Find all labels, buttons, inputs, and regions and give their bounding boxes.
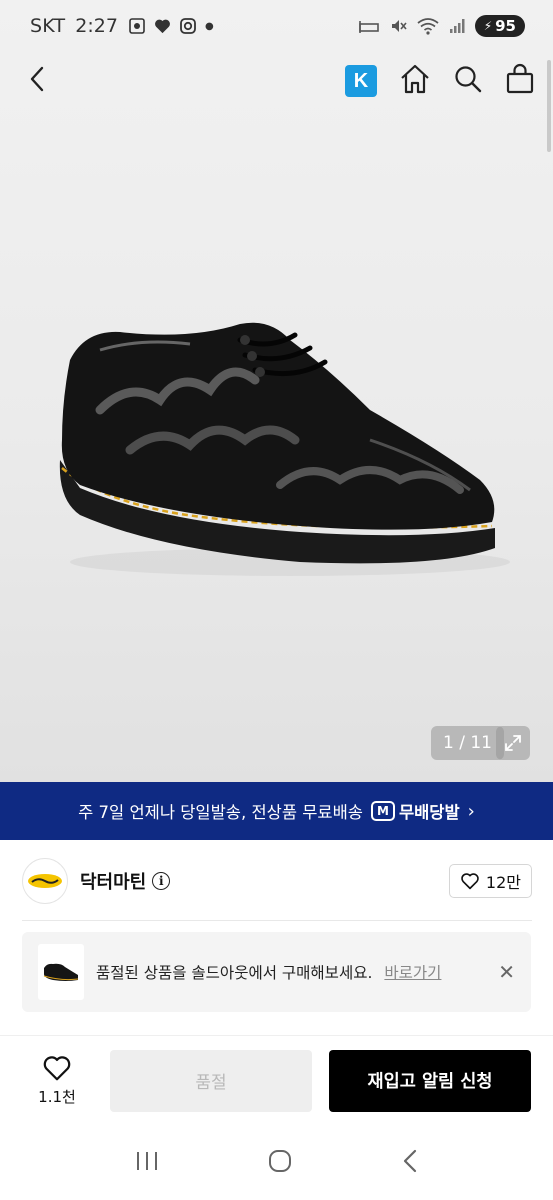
bottom-action-bar: 1.1천 품절 재입고 알림 신청: [0, 1035, 553, 1125]
mute-icon: [391, 20, 407, 32]
chevron-right-icon: ›: [467, 800, 475, 822]
system-nav-bar: [0, 1125, 553, 1200]
more-notifications-icon: ●: [204, 20, 214, 32]
heart-outline-icon: [43, 1056, 71, 1081]
search-button[interactable]: [453, 64, 483, 98]
soldout-notice[interactable]: 품절된 상품을 솔드아웃에서 구매해보세요. 바로가기 ✕: [22, 932, 531, 1012]
free-shipping-badge: M 무배당발: [370, 799, 460, 823]
soldout-shortcut-link[interactable]: 바로가기: [384, 961, 441, 983]
status-bar: SKT 2:27 ● ⚡ 95: [0, 0, 553, 52]
carrier-label: SKT: [30, 15, 66, 37]
product-image: [59, 322, 510, 576]
brand-logo[interactable]: [22, 858, 68, 904]
clock: 2:27: [75, 15, 118, 37]
recent-apps-icon: [136, 1151, 157, 1170]
back-chevron-icon: [403, 1149, 416, 1172]
shopping-bag-icon: [506, 63, 534, 94]
bolt-icon: ⚡: [483, 19, 493, 33]
free-shipping-badge-label: 무배당발: [398, 803, 460, 822]
search-icon: [455, 66, 482, 93]
shipping-banner[interactable]: 주 7일 언제나 당일발송, 전상품 무료배송 M 무배당발 ›: [0, 782, 553, 840]
battery-level: 95: [495, 17, 516, 35]
product-image-area[interactable]: 1 / 11: [0, 0, 553, 782]
battery-indicator: ⚡ 95: [474, 15, 525, 37]
wifi-icon: [417, 18, 439, 35]
kream-badge[interactable]: K: [345, 65, 377, 97]
home-circle-icon: [268, 1149, 291, 1172]
instagram-icon: [180, 18, 196, 34]
wishlist-button[interactable]: 1.1천: [22, 1054, 92, 1107]
m-logo-icon: M: [370, 801, 395, 821]
brand-logo-mark: [28, 874, 62, 888]
bag-button[interactable]: [505, 63, 535, 99]
expand-icon: [505, 735, 521, 751]
brand-row: 닥터마틴 i 12만: [22, 852, 532, 910]
home-button[interactable]: [399, 63, 431, 99]
soldout-button[interactable]: 품절: [110, 1049, 312, 1112]
brand-like-count: 12만: [485, 873, 521, 892]
sleep-mode-icon: [358, 21, 379, 33]
heart-outline-icon: [461, 873, 479, 890]
restock-alert-button[interactable]: 재입고 알림 신청: [329, 1049, 531, 1112]
soldout-notice-text: 품절된 상품을 솔드아웃에서 구매해보세요.: [96, 964, 373, 982]
back-button[interactable]: [26, 65, 48, 97]
image-pager: 1 / 11: [431, 726, 504, 760]
shoe-thumbnail-image: [43, 963, 79, 981]
top-nav: K: [0, 52, 553, 110]
brand-name[interactable]: 닥터마틴: [80, 868, 146, 894]
recent-apps-button[interactable]: [134, 1149, 160, 1177]
brand-like-button[interactable]: 12만: [448, 864, 532, 898]
shipping-banner-text: 주 7일 언제나 당일발송, 전상품 무료배송: [78, 803, 363, 822]
home-nav-button[interactable]: [267, 1148, 293, 1178]
info-icon[interactable]: i: [152, 872, 171, 890]
close-icon[interactable]: ✕: [498, 960, 515, 984]
expand-image-button[interactable]: [496, 726, 530, 760]
signal-icon: [449, 19, 465, 33]
soldout-thumbnail: [38, 944, 84, 1000]
heart-notification-icon: [154, 19, 170, 34]
chevron-left-icon: [30, 66, 44, 92]
divider: [22, 920, 532, 921]
wishlist-count: 1.1천: [38, 1088, 76, 1106]
back-nav-button[interactable]: [400, 1148, 420, 1178]
home-icon: [401, 64, 429, 94]
screenshot-icon: [129, 18, 145, 34]
